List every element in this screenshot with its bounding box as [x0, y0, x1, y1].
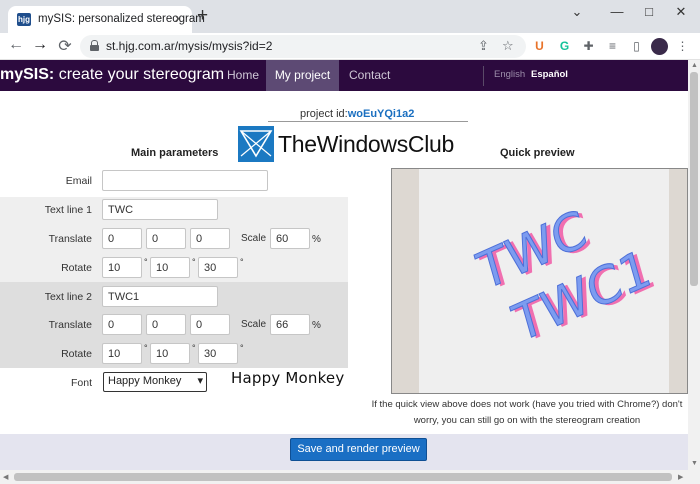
- watermark-text: TheWindowsClub: [278, 131, 455, 157]
- scale-1-unit: %: [312, 234, 321, 245]
- font-label: Font: [70, 377, 92, 389]
- scale-1-input[interactable]: [270, 228, 310, 249]
- email-label: Email: [65, 175, 92, 187]
- rotate-1-y-input[interactable]: [150, 257, 190, 278]
- tab-search-chevron-icon[interactable]: ⌄: [564, 4, 590, 20]
- quick-preview-title: Quick preview: [500, 147, 575, 159]
- translate-2-label: Translate: [48, 319, 92, 331]
- scale-2-unit: %: [312, 320, 321, 331]
- grammarly-icon[interactable]: G: [556, 38, 573, 55]
- quick-preview-canvas[interactable]: TWC TWC TWC1 TWC1: [391, 168, 688, 394]
- translate-1-x-input[interactable]: [102, 228, 142, 249]
- close-window-icon[interactable]: ✕: [668, 4, 694, 20]
- translate-1-y-input[interactable]: [146, 228, 186, 249]
- scroll-up-icon[interactable]: ▲: [691, 62, 698, 69]
- brand-tagline: create your stereogram: [54, 66, 225, 83]
- site-brand[interactable]: mySIS: create your stereogram: [0, 66, 224, 84]
- menu-item-contact[interactable]: Contact: [337, 60, 402, 91]
- rotate-2-x-deg: °: [144, 343, 148, 353]
- text-line-2-label: Text line 2: [44, 291, 92, 303]
- rotate-2-label: Rotate: [61, 348, 92, 360]
- font-select-value: Happy Monkey: [108, 375, 182, 387]
- maximize-icon[interactable]: □: [636, 4, 662, 19]
- browser-toolbar: ← → ⟳ st.hjg.com.ar/mysis/mysis?id=2 ⇪ ☆…: [0, 33, 700, 60]
- text-line-1-input[interactable]: [102, 199, 218, 220]
- lang-espanol[interactable]: Español: [531, 69, 568, 80]
- lock-icon: [90, 40, 99, 52]
- menu-item-home[interactable]: Home: [215, 60, 271, 91]
- site-favicon-icon: hjg: [17, 13, 31, 26]
- rotate-1-y-deg: °: [192, 257, 196, 267]
- bookmark-star-icon[interactable]: ☆: [502, 38, 514, 54]
- scale-1-label: Scale: [241, 233, 267, 244]
- language-divider: [483, 66, 484, 86]
- menu-item-my-project[interactable]: My project: [266, 60, 339, 91]
- main-parameters-title: Main parameters: [131, 147, 219, 159]
- browser-titlebar: hjg mySIS: personalized stereogram × + ⌄…: [0, 0, 700, 33]
- translate-2-x-input[interactable]: [102, 314, 142, 335]
- email-field[interactable]: [102, 170, 268, 191]
- scroll-down-icon[interactable]: ▼: [691, 460, 698, 467]
- url-text: st.hjg.com.ar/mysis/mysis?id=2: [106, 39, 273, 53]
- scroll-right-icon[interactable]: ▶: [678, 473, 683, 481]
- brand-name: mySIS:: [0, 66, 55, 83]
- rotate-1-x-input[interactable]: [102, 257, 142, 278]
- avatar[interactable]: [651, 38, 668, 55]
- browser-compatibility-note: If the quick view above does not work (h…: [371, 399, 683, 426]
- tab-close-icon[interactable]: ×: [174, 11, 182, 26]
- ublock-icon[interactable]: U: [531, 38, 548, 55]
- lang-english[interactable]: English: [494, 69, 525, 80]
- font-sample: Happy Monkey: [231, 369, 345, 387]
- translate-2-y-input[interactable]: [146, 314, 186, 335]
- reload-icon[interactable]: ⟳: [55, 36, 75, 56]
- scroll-left-icon[interactable]: ◀: [3, 473, 8, 481]
- new-tab-icon[interactable]: +: [197, 6, 208, 25]
- share-icon[interactable]: ⇪: [478, 38, 489, 54]
- rotate-2-y-deg: °: [192, 343, 196, 353]
- back-arrow-icon[interactable]: ←: [6, 36, 26, 54]
- kebab-menu-icon[interactable]: ⋮: [674, 38, 691, 55]
- rotate-2-z-deg: °: [240, 343, 244, 353]
- horizontal-scroll-thumb[interactable]: [14, 473, 672, 481]
- browser-tab[interactable]: hjg mySIS: personalized stereogram ×: [8, 6, 205, 33]
- project-id-label: project id:: [300, 108, 348, 120]
- translate-1-label: Translate: [48, 233, 92, 245]
- sidepanel-icon[interactable]: ▯: [628, 38, 645, 55]
- media-icon[interactable]: ≡: [604, 38, 621, 55]
- text-line-2-input[interactable]: [102, 286, 218, 307]
- font-select[interactable]: Happy Monkey: [103, 372, 207, 392]
- scale-2-label: Scale: [241, 319, 267, 330]
- project-id-value[interactable]: woEuYQi1a2: [348, 108, 415, 120]
- address-bar[interactable]: st.hjg.com.ar/mysis/mysis?id=2 ⇪ ☆: [80, 35, 526, 58]
- watermark: TheWindowsClub: [238, 126, 458, 162]
- rotate-1-label: Rotate: [61, 262, 92, 274]
- scale-2-input[interactable]: [270, 314, 310, 335]
- minimize-icon[interactable]: —: [604, 4, 630, 19]
- translate-1-z-input[interactable]: [190, 228, 230, 249]
- rotate-1-x-deg: °: [144, 257, 148, 267]
- forward-arrow-icon[interactable]: →: [30, 36, 50, 54]
- rotate-1-z-deg: °: [240, 257, 244, 267]
- project-id: project id:woEuYQi1a2: [300, 108, 414, 120]
- translate-2-z-input[interactable]: [190, 314, 230, 335]
- vertical-scroll-thumb[interactable]: [690, 72, 698, 286]
- rotate-2-y-input[interactable]: [150, 343, 190, 364]
- rotate-2-x-input[interactable]: [102, 343, 142, 364]
- site-header: mySIS: create your stereogram Home My pr…: [0, 60, 688, 91]
- save-and-render-button[interactable]: Save and render preview: [290, 438, 427, 461]
- preview-3d-text: TWC TWC TWC1 TWC1: [470, 198, 662, 356]
- windows-club-logo-icon: [238, 126, 274, 162]
- rotate-1-z-input[interactable]: [198, 257, 238, 278]
- project-id-underline: [268, 121, 468, 122]
- rotate-2-z-input[interactable]: [198, 343, 238, 364]
- puzzle-icon[interactable]: ✚: [580, 38, 597, 55]
- text-line-1-label: Text line 1: [44, 204, 92, 216]
